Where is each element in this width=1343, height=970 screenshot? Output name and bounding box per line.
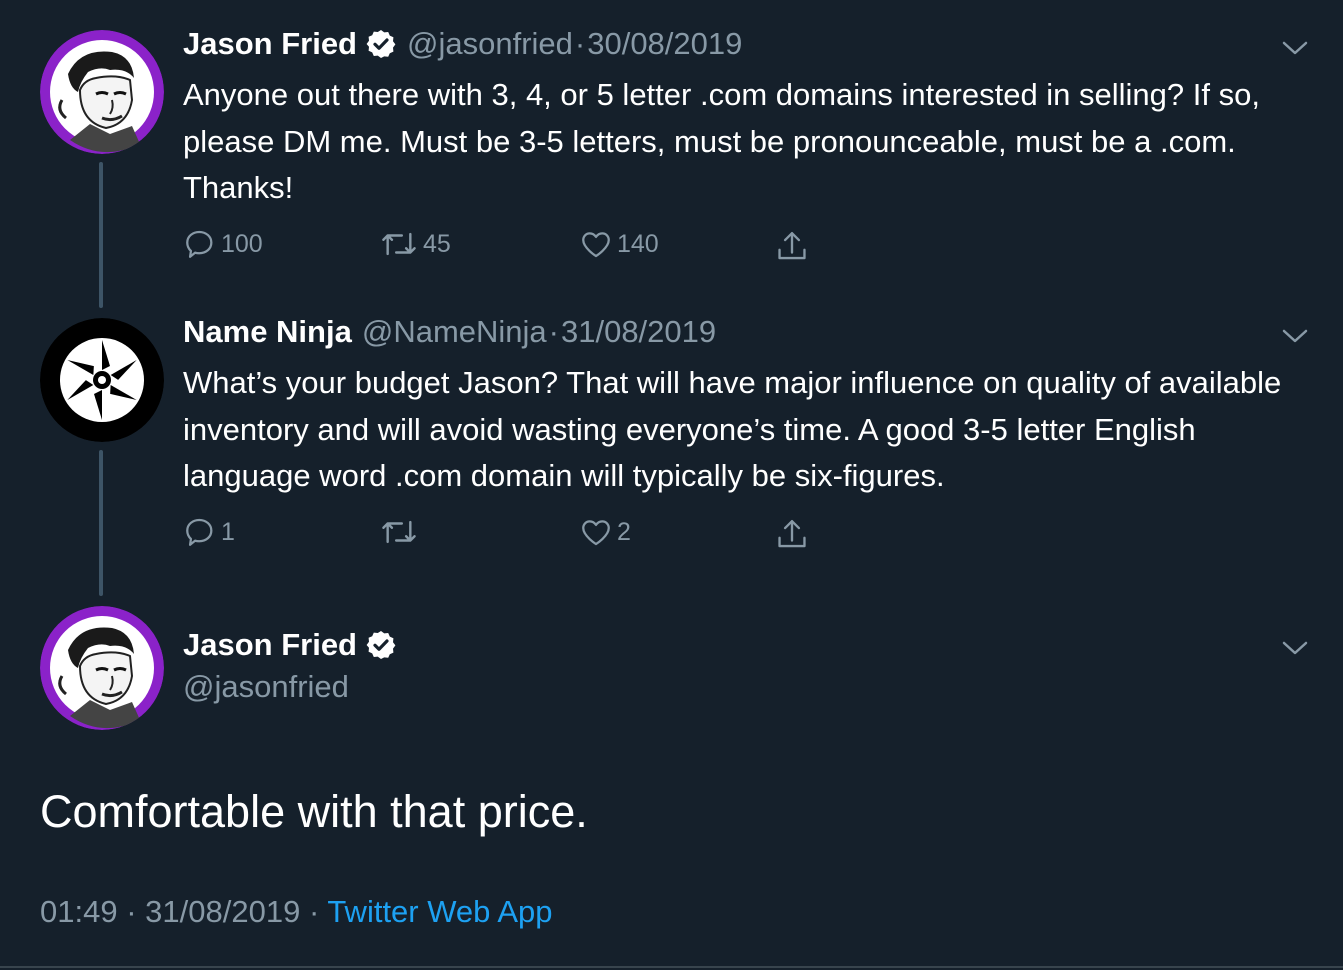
retweet-button[interactable] [379, 515, 423, 549]
tweet-text: What’s your budget Jason? That will have… [183, 365, 1282, 493]
handle[interactable]: @NameNinja [362, 314, 547, 350]
reply-button[interactable]: 1 [183, 515, 235, 549]
verified-badge-icon [366, 30, 396, 58]
retweet-count: 45 [423, 229, 451, 258]
retweet-icon [382, 232, 416, 256]
verified-badge-icon [366, 631, 396, 659]
tweet-text: Anyone out there with 3, 4, or 5 letter … [183, 77, 1260, 205]
retweet-icon [382, 520, 416, 544]
face-avatar-icon [40, 30, 164, 154]
tweet-header: Jason Fried @jasonfried · 30/08/2019 [183, 26, 742, 62]
reply-button[interactable]: 100 [183, 227, 263, 261]
like-icon [582, 520, 610, 546]
face-avatar-icon [40, 606, 164, 730]
display-name[interactable]: Jason Fried [183, 26, 357, 62]
tweet-time[interactable]: 01:49 [40, 894, 118, 929]
tweet-meta: 01:49 · 31/08/2019 · Twitter Web App [40, 894, 552, 930]
share-button[interactable] [775, 229, 809, 265]
like-button[interactable]: 2 [579, 515, 631, 549]
like-icon [582, 232, 610, 258]
share-icon [778, 519, 806, 548]
separator: · [308, 894, 320, 929]
separator: · [574, 26, 586, 61]
display-name[interactable]: Jason Fried [183, 627, 357, 663]
share-icon [778, 231, 806, 260]
ninja-star-avatar-icon [40, 318, 164, 442]
avatar[interactable] [40, 30, 164, 154]
chevron-down-icon[interactable] [1280, 638, 1310, 658]
tweet-date[interactable]: 30/08/2019 [587, 26, 742, 62]
separator: · [548, 314, 559, 349]
reply-count: 1 [221, 517, 235, 546]
divider [0, 966, 1343, 968]
tweet-header: Jason Fried [183, 627, 397, 663]
handle[interactable]: @jasonfried [407, 26, 573, 62]
chevron-down-icon[interactable] [1280, 326, 1310, 346]
thread-line [99, 162, 103, 308]
tweet-header: Name Ninja @NameNinja · 31/08/2019 [183, 314, 716, 350]
source-app-link[interactable]: Twitter Web App [327, 894, 552, 929]
like-count: 2 [617, 517, 631, 546]
retweet-button[interactable]: 45 [379, 227, 451, 261]
reply-icon [186, 518, 213, 546]
chevron-down-icon[interactable] [1280, 38, 1310, 58]
reply-icon [186, 230, 213, 258]
tweet-date[interactable]: 31/08/2019 [561, 314, 716, 350]
tweet-date[interactable]: 31/08/2019 [145, 894, 300, 929]
thread-line [99, 450, 103, 596]
share-button[interactable] [775, 517, 809, 553]
reply-count: 100 [221, 229, 263, 258]
display-name[interactable]: Name Ninja [183, 314, 352, 350]
avatar[interactable] [40, 318, 164, 442]
main-tweet-text: Comfortable with that price. [40, 786, 588, 837]
like-button[interactable]: 140 [579, 227, 659, 261]
like-count: 140 [617, 229, 659, 258]
handle[interactable]: @jasonfried [183, 669, 349, 705]
separator: · [126, 894, 137, 929]
avatar[interactable] [40, 606, 164, 730]
